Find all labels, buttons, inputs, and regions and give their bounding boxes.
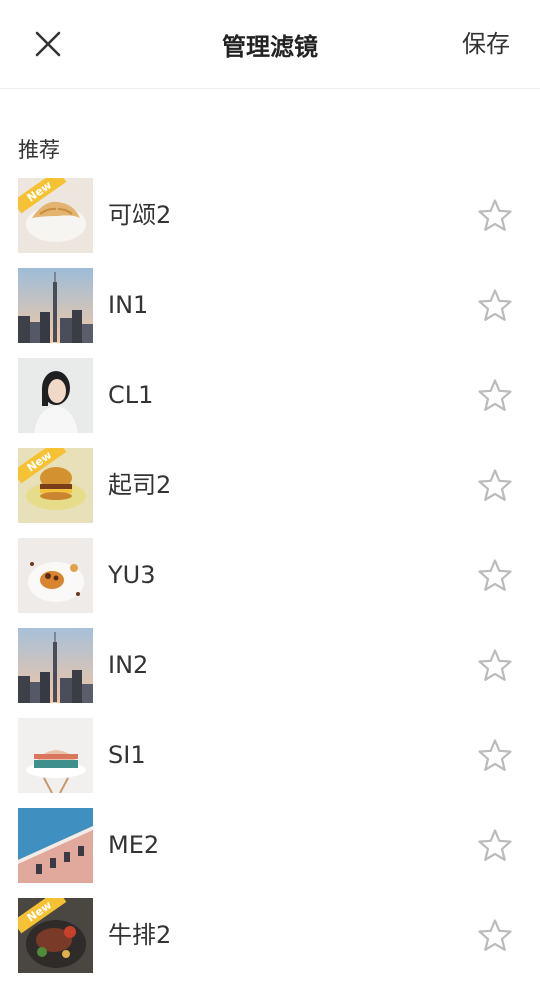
filter-thumbnail: [18, 718, 93, 793]
filter-name: SI1: [108, 741, 146, 769]
star-icon[interactable]: [477, 918, 513, 954]
filter-thumbnail: [18, 268, 93, 343]
filter-thumbnail: [18, 808, 93, 883]
filter-thumbnail: New: [18, 448, 93, 523]
filter-name: IN2: [108, 651, 149, 679]
filter-name: 牛排2: [108, 921, 172, 949]
section-label-recommended: 推荐: [18, 138, 60, 162]
star-icon[interactable]: [477, 378, 513, 414]
filter-thumbnail: New: [18, 178, 93, 253]
filter-row[interactable]: YU3: [0, 538, 540, 628]
filter-list: New 可颂2 IN1 CL1 New 起司2 YU3 IN2 SI1 ME2 …: [0, 178, 540, 988]
filter-name: ME2: [108, 831, 160, 859]
filter-row[interactable]: ME2: [0, 808, 540, 898]
filter-name: 起司2: [108, 471, 172, 499]
filter-name: CL1: [108, 381, 154, 409]
filter-row[interactable]: New 起司2: [0, 448, 540, 538]
page-title: 管理滤镜: [222, 32, 318, 61]
star-icon[interactable]: [477, 738, 513, 774]
top-bar: 管理滤镜 保存: [0, 0, 540, 89]
star-icon[interactable]: [477, 198, 513, 234]
filter-row[interactable]: New 可颂2: [0, 178, 540, 268]
filter-row[interactable]: New 牛排2: [0, 898, 540, 988]
filter-thumbnail: [18, 358, 93, 433]
filter-thumbnail: [18, 538, 93, 613]
filter-name: YU3: [108, 561, 156, 589]
filter-thumbnail: [18, 628, 93, 703]
star-icon[interactable]: [477, 468, 513, 504]
filter-name: 可颂2: [108, 201, 172, 229]
star-icon[interactable]: [477, 648, 513, 684]
filter-row[interactable]: IN1: [0, 268, 540, 358]
star-icon[interactable]: [477, 828, 513, 864]
filter-row[interactable]: SI1: [0, 718, 540, 808]
filter-name: IN1: [108, 291, 149, 319]
close-button[interactable]: [30, 26, 66, 62]
star-icon[interactable]: [477, 288, 513, 324]
close-icon: [35, 31, 61, 57]
filter-row[interactable]: IN2: [0, 628, 540, 718]
filter-thumbnail: New: [18, 898, 93, 973]
save-button[interactable]: 保存: [462, 26, 510, 62]
star-icon[interactable]: [477, 558, 513, 594]
filter-row[interactable]: CL1: [0, 358, 540, 448]
